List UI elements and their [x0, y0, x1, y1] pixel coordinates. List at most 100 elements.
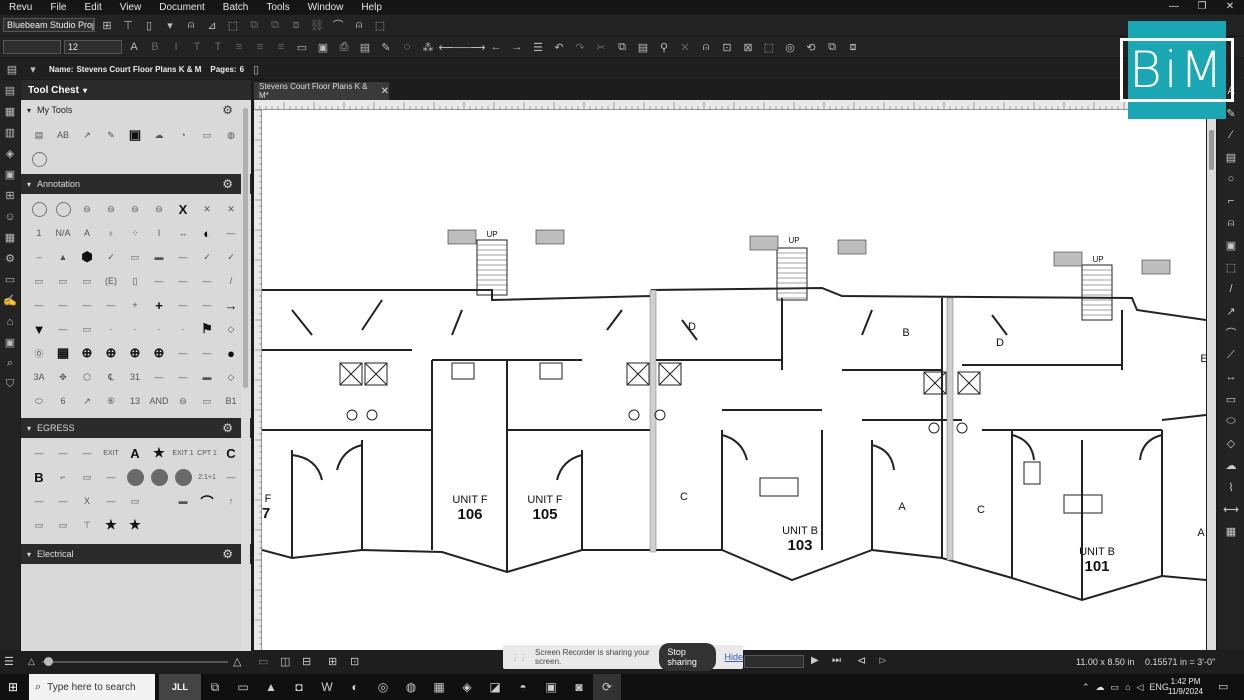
measure-icon[interactable]: ▭ — [0, 269, 20, 290]
tool-egress-blank[interactable] — [147, 489, 171, 513]
print-icon[interactable]: ⎙ — [335, 39, 353, 55]
vertical-scrollbar[interactable] — [1207, 100, 1216, 650]
toolbox-icon[interactable]: ▣ — [0, 164, 20, 185]
network-icon[interactable]: ⌂ — [1125, 682, 1130, 692]
stamp-icon[interactable]: ⊤ — [119, 17, 137, 33]
crop2-icon[interactable]: ⊡ — [718, 39, 736, 55]
tool-a-text[interactable]: A — [75, 221, 99, 245]
tool-line[interactable]: — — [219, 221, 243, 245]
zoom-slider[interactable] — [42, 661, 228, 663]
menu-edit[interactable]: Edit — [75, 2, 110, 13]
tool-hex[interactable]: ⬡ — [75, 365, 99, 389]
tool-rule3[interactable]: — — [75, 293, 99, 317]
app-icon-6[interactable]: ◙ — [565, 674, 593, 700]
scroll-thumb[interactable] — [1209, 130, 1214, 170]
tool-star3[interactable]: ★ — [123, 513, 147, 537]
section-my-tools[interactable]: ▾ My Tools ⚙ — [21, 100, 251, 120]
fit-icon[interactable]: ⊡ — [350, 655, 359, 668]
minimize-icon[interactable]: — — [1160, 0, 1188, 14]
chrome-icon[interactable]: ◎ — [369, 674, 397, 700]
tool-chest-scrollbar[interactable] — [241, 100, 250, 650]
measure-tool-icon[interactable]: ⟷ — [1218, 498, 1244, 520]
tool-dim-line[interactable]: ↔ — [171, 221, 195, 245]
tool-pen[interactable]: ✎ — [99, 123, 123, 147]
tool-egress-dash2[interactable]: — — [27, 489, 51, 513]
tool-rule10[interactable]: — — [147, 365, 171, 389]
tool-egress-rule4[interactable]: ▭ — [51, 513, 75, 537]
tool-check[interactable]: ✓ — [99, 245, 123, 269]
tool-rule7[interactable]: — — [51, 317, 75, 341]
polyline-tool-icon[interactable]: ⟋ — [1218, 344, 1244, 366]
tool-6[interactable]: 6 — [51, 389, 75, 413]
tool-existing[interactable]: (E) — [99, 269, 123, 293]
gear-icon[interactable]: ⚙ — [222, 177, 233, 191]
tool-egress-dash3[interactable]: — — [51, 489, 75, 513]
line-style-icon[interactable]: ⟵──⟶ — [438, 39, 485, 55]
tool-egress-a[interactable]: A — [123, 441, 147, 465]
tool-circle-line[interactable]: ⊖ — [171, 389, 195, 413]
users-icon[interactable]: ☺ — [0, 206, 20, 227]
tool-3a[interactable]: 3A — [27, 365, 51, 389]
tool-egress-x[interactable]: X — [75, 489, 99, 513]
restore-icon[interactable]: ❐ — [1188, 0, 1216, 14]
crop-icon[interactable]: ⊿ — [203, 17, 221, 33]
font-size-select[interactable]: 12 — [64, 40, 122, 54]
strike-icon[interactable]: T — [188, 39, 206, 55]
arc-tool-icon[interactable]: ⌒ — [1218, 322, 1244, 344]
tool-label-bar3[interactable]: ▭ — [75, 269, 99, 293]
tool-bubble-c[interactable]: ⊕ — [123, 341, 147, 365]
italic-icon[interactable]: I — [167, 39, 185, 55]
tool-arc[interactable]: ⌒ — [195, 489, 219, 513]
section-egress[interactable]: ▾ EGRESS ⚙ — [21, 418, 251, 438]
tool-egress-t[interactable]: ⊤ — [75, 513, 99, 537]
stack-icon[interactable]: ⧉ — [245, 17, 263, 33]
tool-egress-rule[interactable]: — — [99, 465, 123, 489]
app-icon-3[interactable]: ◪ — [481, 674, 509, 700]
circle-select-icon[interactable]: ◎ — [781, 39, 799, 55]
tool-ellipse[interactable] — [27, 147, 51, 171]
tool-egress-dash5[interactable]: ▭ — [123, 489, 147, 513]
tool-star[interactable]: ★ — [147, 441, 171, 465]
tool-egress-box[interactable]: ▭ — [75, 465, 99, 489]
tool-egress-line2[interactable]: — — [51, 441, 75, 465]
tool-dash3[interactable]: — — [147, 269, 171, 293]
align-left-icon[interactable]: ≡ — [230, 39, 248, 55]
tool-count[interactable]: ▣ — [123, 123, 147, 147]
cloud-tool-icon[interactable]: ☁ — [1218, 454, 1244, 476]
tool-dot-line[interactable]: · — [99, 317, 123, 341]
tool-section-bubble[interactable] — [51, 197, 75, 221]
tool-rule13[interactable]: ▭ — [195, 389, 219, 413]
underline-icon[interactable]: T — [209, 39, 227, 55]
gear-icon[interactable]: ⚙ — [222, 421, 233, 435]
tool-block[interactable]: ▭ — [123, 245, 147, 269]
callout-tool-icon[interactable]: ⌐ — [1218, 190, 1244, 212]
storage-icon[interactable]: ▣ — [0, 332, 20, 353]
properties-icon[interactable]: ▤ — [3, 61, 21, 77]
tool-north-arrow[interactable]: ◐ — [195, 221, 219, 245]
tag-icon[interactable]: ⌂ — [0, 311, 20, 332]
tool-dash[interactable]: – — [27, 245, 51, 269]
markups-icon[interactable]: ⊞ — [0, 185, 20, 206]
menu-lines-icon[interactable]: ☰ — [4, 655, 14, 668]
outlook-icon[interactable]: ◘ — [285, 674, 313, 700]
task-view-icon[interactable]: ⧉ — [201, 674, 229, 700]
taskbar-search[interactable]: ⌕ Type here to search — [29, 674, 155, 700]
snapshot-tool-icon[interactable]: ⬚ — [1218, 256, 1244, 278]
tool-6b[interactable]: ⑥ — [99, 389, 123, 413]
tool-oval[interactable]: ⬭ — [27, 389, 51, 413]
tool-diamond2[interactable]: ◇ — [219, 365, 243, 389]
menu-help[interactable]: Help — [352, 2, 391, 13]
hide-link[interactable]: Hide — [724, 652, 743, 662]
tool-x-mark[interactable]: X — [171, 197, 195, 221]
tool-cloud[interactable]: ☁ — [147, 123, 171, 147]
polygon-tool-icon[interactable]: ◇ — [1218, 432, 1244, 454]
tool-plus[interactable]: + — [147, 293, 171, 317]
grid-icon[interactable]: ▦ — [0, 227, 20, 248]
links-icon[interactable]: ⛉ — [0, 374, 20, 395]
pen-tool-icon[interactable]: ⁄ — [1218, 124, 1244, 146]
zoom-area-icon[interactable]: ⊠ — [739, 39, 757, 55]
file-explorer-icon[interactable]: ▭ — [229, 674, 257, 700]
word-icon[interactable]: W — [313, 674, 341, 700]
bookmarks-icon[interactable]: ▥ — [0, 122, 20, 143]
tool-rule9[interactable]: — — [195, 341, 219, 365]
